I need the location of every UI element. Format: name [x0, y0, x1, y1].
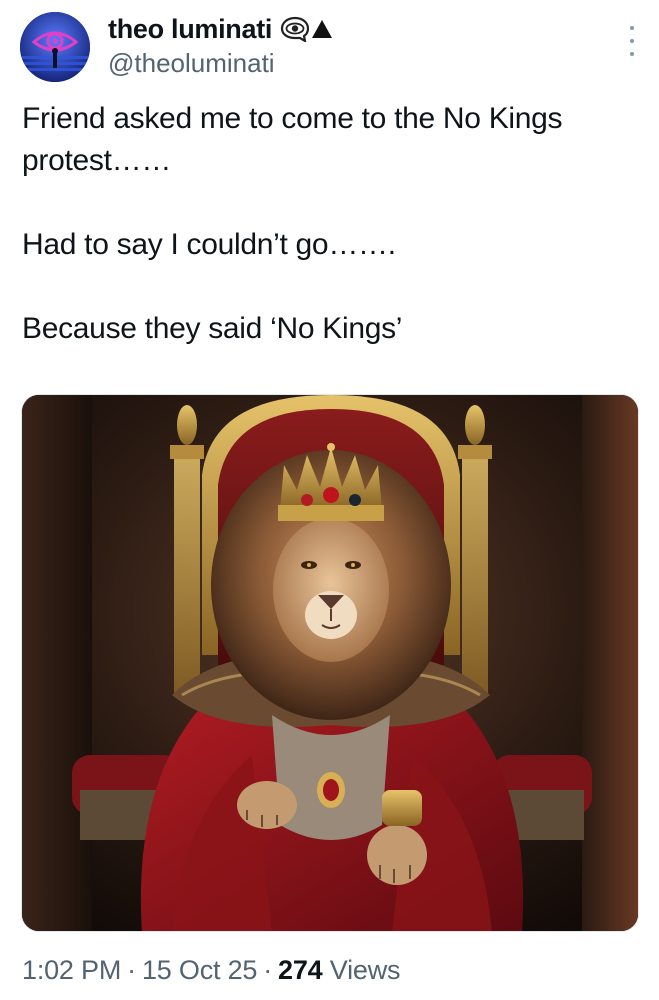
eye-logo-icon: [20, 12, 90, 82]
tweet-meta: 1:02 PM · 15 Oct 25 · 274 Views: [22, 955, 401, 986]
author-name-row[interactable]: theo luminati: [108, 12, 333, 46]
tweet-date[interactable]: 15 Oct 25: [142, 955, 257, 985]
tweet-text: Friend asked me to come to the No Kings …: [22, 98, 642, 350]
lion-king-on-throne-image: [22, 395, 638, 931]
black-up-triangle-icon: [312, 20, 333, 38]
tweet-media-image[interactable]: [21, 394, 639, 932]
tweet-card: theo luminati @theoluminati Friend asked…: [0, 0, 659, 1000]
meta-separator: ·: [263, 955, 273, 985]
name-emoji-group: [280, 16, 333, 42]
views-label[interactable]: Views: [330, 955, 401, 985]
meta-separator: ·: [127, 955, 136, 985]
tweet-paragraph: Because they said ‘No Kings’: [22, 312, 403, 345]
tweet-paragraph: Had to say I couldn’t go…….: [22, 228, 396, 261]
author-display-name[interactable]: theo luminati: [108, 14, 272, 45]
tweet-time[interactable]: 1:02 PM: [22, 955, 121, 985]
views-count[interactable]: 274: [278, 955, 323, 985]
tweet-paragraph: Friend asked me to come to the No Kings …: [22, 102, 563, 177]
avatar[interactable]: [20, 12, 90, 82]
more-options-icon[interactable]: [627, 26, 637, 56]
author-handle[interactable]: @theoluminati: [108, 48, 275, 79]
eye-in-speech-bubble-icon: [281, 16, 310, 42]
